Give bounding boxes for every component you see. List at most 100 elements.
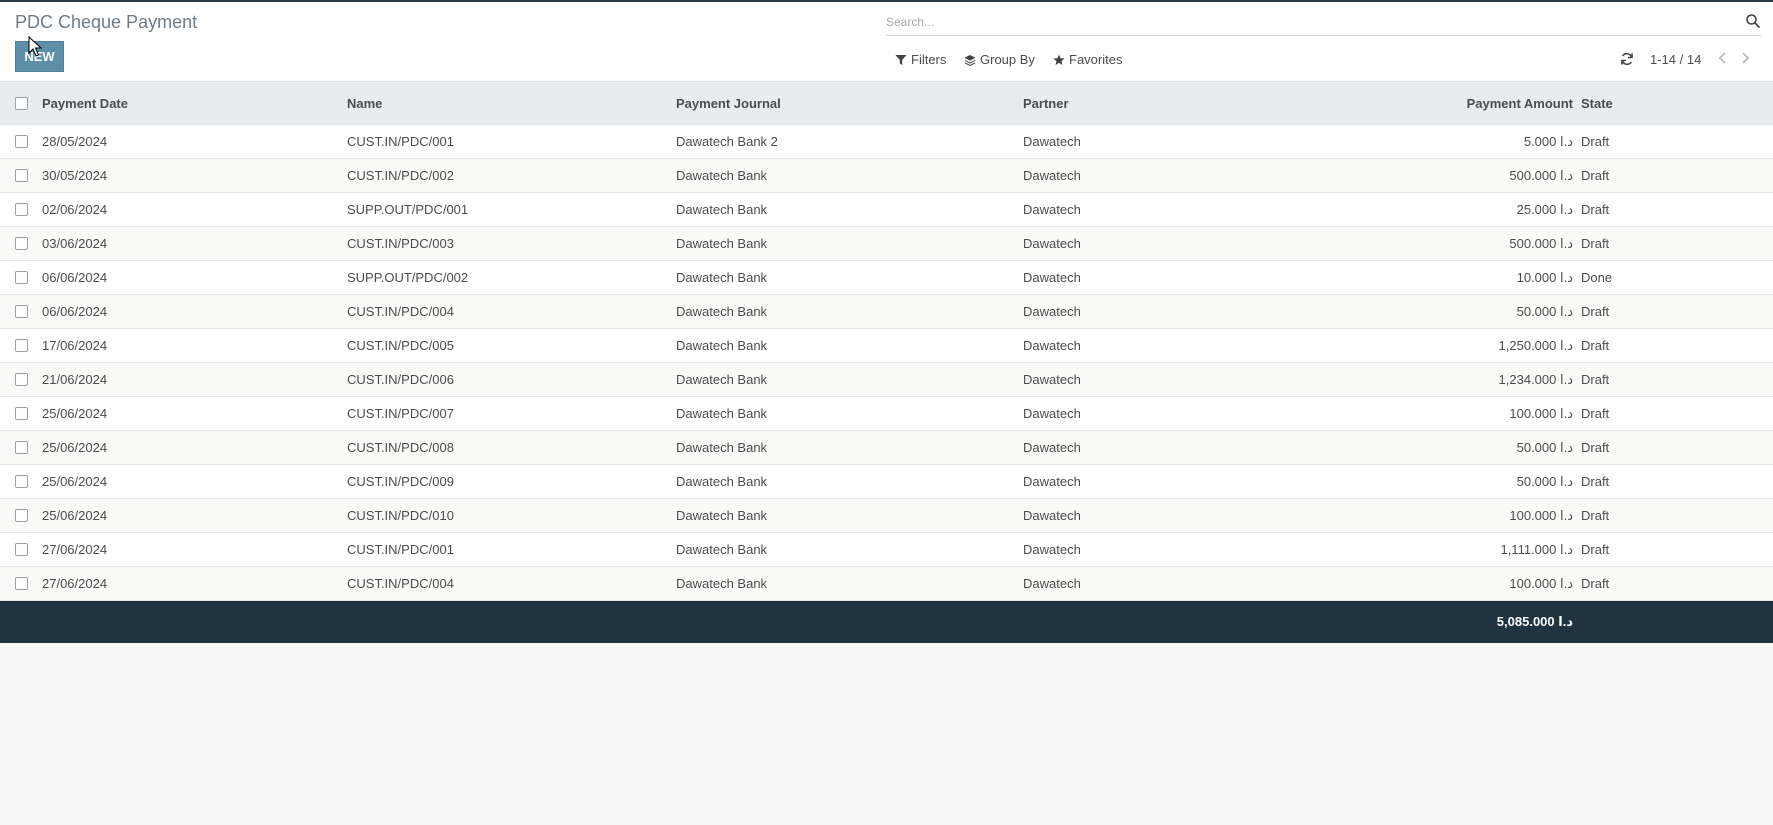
cell-payment-date: 06/06/2024 [42, 270, 108, 285]
table-row[interactable]: 06/06/2024 CUST.IN/PDC/004 Dawatech Bank Da… [0, 295, 1773, 329]
row-checkbox[interactable] [15, 441, 28, 454]
cell-payment-amount: 50.000 د.ا [1516, 473, 1573, 489]
cell-state: Draft [1581, 576, 1610, 591]
cell-payment-journal: Dawatech Bank [676, 576, 768, 591]
favorites-button[interactable]: Favorites [1053, 52, 1122, 67]
row-checkbox[interactable] [15, 509, 28, 522]
cell-state: Done [1581, 270, 1613, 285]
cell-payment-amount: 500.000 د.ا [1509, 235, 1573, 251]
cell-payment-journal: Dawatech Bank 2 [676, 134, 778, 149]
cell-partner: Dawatech [1023, 406, 1081, 421]
table-row[interactable]: 17/06/2024 CUST.IN/PDC/005 Dawatech Bank Da… [0, 329, 1773, 363]
table-row[interactable]: 27/06/2024 CUST.IN/PDC/001 Dawatech Bank Da… [0, 533, 1773, 567]
row-checkbox[interactable] [15, 407, 28, 420]
search-icon[interactable] [1745, 13, 1761, 29]
row-checkbox[interactable] [15, 577, 28, 590]
cell-payment-journal: Dawatech Bank [676, 372, 768, 387]
header-state[interactable]: State [1581, 82, 1613, 124]
cell-state: Draft [1581, 508, 1610, 523]
cell-payment-amount: 500.000 د.ا [1509, 167, 1573, 183]
table-row[interactable]: 28/05/2024 CUST.IN/PDC/001 Dawatech Bank 2… [0, 125, 1773, 159]
table-row[interactable]: 02/06/2024 SUPP.OUT/PDC/001 Dawatech Bank D… [0, 193, 1773, 227]
select-all-checkbox[interactable] [15, 96, 28, 110]
table-row[interactable]: 06/06/2024 SUPP.OUT/PDC/002 Dawatech Bank D… [0, 261, 1773, 295]
row-checkbox[interactable] [15, 271, 28, 284]
row-checkbox-cell[interactable] [15, 227, 28, 260]
cell-payment-amount: 50.000 د.ا [1516, 439, 1573, 455]
row-checkbox[interactable] [15, 169, 28, 182]
cell-payment-date: 25/06/2024 [42, 440, 108, 455]
search-input[interactable] [886, 11, 1726, 33]
cell-state: Draft [1581, 440, 1610, 455]
table-row[interactable]: 21/06/2024 CUST.IN/PDC/006 Dawatech Bank Da… [0, 363, 1773, 397]
row-checkbox[interactable] [15, 135, 28, 148]
select-all-checkbox-cell[interactable] [15, 82, 28, 124]
cell-payment-journal: Dawatech Bank [676, 338, 768, 353]
chevron-left-icon[interactable] [1717, 51, 1729, 65]
row-checkbox-cell[interactable] [15, 499, 28, 532]
header-name[interactable]: Name [347, 82, 382, 124]
row-checkbox-cell[interactable] [15, 397, 28, 430]
cell-state: Draft [1581, 304, 1610, 319]
table-row[interactable]: 25/06/2024 CUST.IN/PDC/009 Dawatech Bank Da… [0, 465, 1773, 499]
header-payment-journal[interactable]: Payment Journal [676, 82, 781, 124]
row-checkbox-cell[interactable] [15, 465, 28, 498]
cell-name: CUST.IN/PDC/001 [347, 134, 454, 149]
row-checkbox[interactable] [15, 543, 28, 556]
cell-partner: Dawatech [1023, 440, 1081, 455]
cell-partner: Dawatech [1023, 168, 1081, 183]
pager-value[interactable]: 1-14 / 14 [1650, 52, 1701, 67]
table-row[interactable]: 25/06/2024 CUST.IN/PDC/010 Dawatech Bank Da… [0, 499, 1773, 533]
row-checkbox-cell[interactable] [15, 125, 28, 158]
row-checkbox[interactable] [15, 475, 28, 488]
cell-state: Draft [1581, 406, 1610, 421]
cell-partner: Dawatech [1023, 372, 1081, 387]
cell-partner: Dawatech [1023, 134, 1081, 149]
cell-payment-date: 25/06/2024 [42, 406, 108, 421]
row-checkbox[interactable] [15, 203, 28, 216]
row-checkbox-cell[interactable] [15, 193, 28, 226]
cell-name: SUPP.OUT/PDC/002 [347, 270, 469, 285]
cell-payment-journal: Dawatech Bank [676, 202, 768, 217]
chevron-right-icon[interactable] [1739, 51, 1751, 65]
table-row[interactable]: 25/06/2024 CUST.IN/PDC/007 Dawatech Bank Da… [0, 397, 1773, 431]
table-row[interactable]: 25/06/2024 CUST.IN/PDC/008 Dawatech Bank Da… [0, 431, 1773, 465]
row-checkbox-cell[interactable] [15, 329, 28, 362]
header-payment-date[interactable]: Payment Date [42, 82, 128, 124]
row-checkbox-cell[interactable] [15, 159, 28, 192]
group-by-button[interactable]: Group By [964, 52, 1035, 67]
cell-partner: Dawatech [1023, 576, 1081, 591]
cell-payment-amount: 100.000 د.ا [1509, 575, 1573, 591]
cell-payment-date: 28/05/2024 [42, 134, 108, 149]
cell-payment-amount: 50.000 د.ا [1516, 303, 1573, 319]
cell-name: CUST.IN/PDC/005 [347, 338, 454, 353]
cell-name: CUST.IN/PDC/007 [347, 406, 454, 421]
cell-payment-amount: 1,250.000 د.ا [1498, 337, 1573, 353]
header-payment-amount[interactable]: Payment Amount [1467, 82, 1573, 124]
row-checkbox-cell[interactable] [15, 363, 28, 396]
row-checkbox[interactable] [15, 305, 28, 318]
row-checkbox[interactable] [15, 373, 28, 386]
cell-payment-date: 21/06/2024 [42, 372, 108, 387]
table-row[interactable]: 27/06/2024 CUST.IN/PDC/004 Dawatech Bank Da… [0, 567, 1773, 601]
cell-payment-date: 25/06/2024 [42, 508, 108, 523]
cell-partner: Dawatech [1023, 270, 1081, 285]
table-body: 28/05/2024 CUST.IN/PDC/001 Dawatech Bank 2… [0, 125, 1773, 601]
cell-state: Draft [1581, 372, 1610, 387]
row-checkbox-cell[interactable] [15, 533, 28, 566]
cell-payment-journal: Dawatech Bank [676, 508, 768, 523]
row-checkbox-cell[interactable] [15, 261, 28, 294]
row-checkbox-cell[interactable] [15, 295, 28, 328]
header-partner[interactable]: Partner [1023, 82, 1069, 124]
table-row[interactable]: 03/06/2024 CUST.IN/PDC/003 Dawatech Bank Da… [0, 227, 1773, 261]
row-checkbox[interactable] [15, 237, 28, 250]
row-checkbox[interactable] [15, 339, 28, 352]
row-checkbox-cell[interactable] [15, 431, 28, 464]
table-row[interactable]: 30/05/2024 CUST.IN/PDC/002 Dawatech Bank Da… [0, 159, 1773, 193]
refresh-icon[interactable] [1620, 52, 1634, 66]
filters-button[interactable]: Filters [895, 52, 946, 67]
row-checkbox-cell[interactable] [15, 567, 28, 600]
cell-payment-journal: Dawatech Bank [676, 474, 768, 489]
payments-table: Payment Date Name Payment Journal Partne… [0, 81, 1773, 643]
cell-payment-journal: Dawatech Bank [676, 440, 768, 455]
